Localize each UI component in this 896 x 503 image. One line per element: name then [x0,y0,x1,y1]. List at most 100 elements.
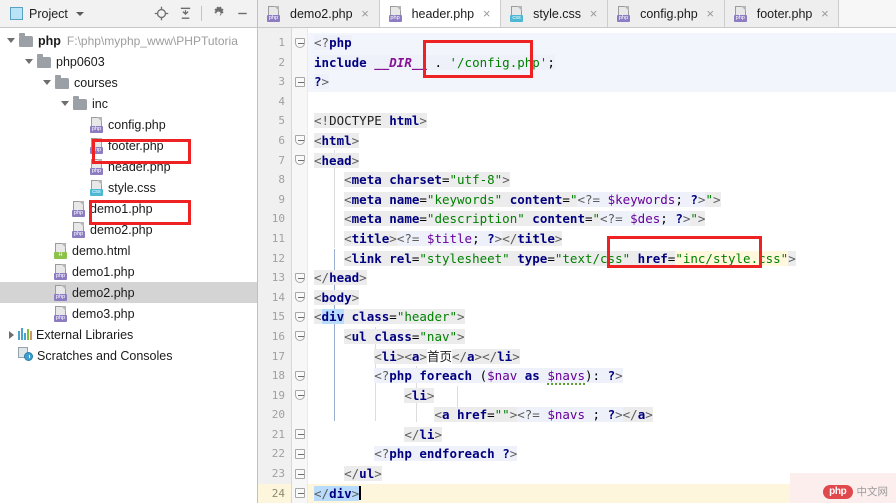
editor-tab-header-php[interactable]: php header.php × [379,0,502,27]
fold-toggle-icon[interactable] [295,370,305,381]
tree-node-external-libraries[interactable]: External Libraries [0,324,257,345]
chevron-down-icon[interactable] [58,97,72,111]
tree-node-scratches-and-consoles[interactable]: Scratches and Consoles [0,345,257,366]
gear-icon[interactable] [207,3,229,25]
tree-node-label: style.css [108,180,156,195]
code-line[interactable]: <li><a>首页</a></li> [308,347,896,367]
code-line[interactable]: <!DOCTYPE html> [308,111,896,131]
line-number: 21 [271,427,285,441]
line-number: 14 [271,290,285,304]
fold-toggle-icon[interactable] [295,488,305,499]
fold-row [292,249,307,269]
fold-toggle-icon[interactable] [295,390,305,401]
close-icon[interactable]: × [360,7,371,20]
tree-node-demo2-php[interactable]: php demo2.php [0,282,257,303]
fold-toggle-icon[interactable] [295,135,305,146]
editor-tab-config-php[interactable]: php config.php × [608,0,725,27]
project-tree[interactable]: php F:\php\myphp_www\PHPTutoria php0603 cou… [0,28,258,503]
tree-node-config-php[interactable]: php config.php [0,114,257,135]
code-line[interactable]: <html> [308,131,896,151]
fold-toggle-icon[interactable] [295,292,305,303]
tree-node-style-css[interactable]: css style.css [0,177,257,198]
chevron-down-icon[interactable] [4,34,18,48]
tree-node-demo2-php[interactable]: php demo2.php [0,219,257,240]
code-text-area[interactable]: <?php include __DIR__ . '/config.php'; ?… [308,28,896,503]
line-number: 5 [278,114,285,128]
code-line[interactable]: <a href=""><?= $navs ; ?></a> [308,405,896,425]
code-line[interactable]: <div class="header"> [308,307,896,327]
fold-row [292,444,307,464]
close-icon[interactable]: × [588,7,599,20]
tree-node-demo1-php[interactable]: php demo1.php [0,261,257,282]
code-editor[interactable]: 1 2 3 4 5 6 7 8 9 10 11 12 13 14 15 16 17 18 19 20 21 22 23 24 … [258,28,896,503]
fold-toggle-icon[interactable] [295,76,305,87]
code-folding-gutter[interactable] [292,28,308,503]
project-window-icon [10,7,23,20]
project-tool-window-button[interactable]: Project [6,6,88,22]
code-line[interactable]: include __DIR__ . '/config.php'; [308,52,896,73]
tree-node-demo3-php[interactable]: php demo3.php [0,303,257,324]
locate-target-icon[interactable] [150,3,172,25]
code-line[interactable]: <link rel="stylesheet" type="text/css" h… [308,249,896,269]
line-number: 19 [271,388,285,402]
chevron-down-icon[interactable] [75,11,84,16]
code-line[interactable]: <?php [308,33,896,53]
fold-toggle-icon[interactable] [295,311,305,322]
tree-node-php[interactable]: php F:\php\myphp_www\PHPTutoria [0,30,257,51]
fold-toggle-icon[interactable] [295,272,305,283]
watermark: php 中文网 [823,484,888,499]
code-line[interactable]: </head> [308,268,896,288]
text-caret [359,485,362,500]
fold-row [292,209,307,229]
tree-node-footer-php[interactable]: php footer.php [0,135,257,156]
tree-node-inc[interactable]: inc [0,93,257,114]
fold-toggle-icon[interactable] [295,429,305,440]
code-line[interactable]: <body> [308,288,896,308]
editor-tab-style-css[interactable]: css style.css × [501,0,609,27]
line-number: 12 [271,251,285,265]
fold-row [292,327,307,347]
code-line[interactable]: <title><?= $title; ?></title> [308,229,896,249]
code-line[interactable]: <ul class="nav"> [308,327,896,347]
code-line[interactable] [308,92,896,112]
fold-toggle-icon[interactable] [295,331,305,342]
fold-toggle-icon[interactable] [295,448,305,459]
tree-node-header-php[interactable]: php header.php [0,156,257,177]
code-line[interactable]: </li> [308,425,896,445]
chevron-right-icon[interactable] [4,328,18,342]
fold-row [292,53,307,73]
close-icon[interactable]: × [481,7,492,20]
chevron-down-icon[interactable] [22,55,36,69]
code-line[interactable]: <?php endforeach ?> [308,444,896,464]
code-line[interactable]: <meta name="description" content="<?= $d… [308,209,896,229]
fold-row [292,190,307,210]
fold-toggle-icon[interactable] [295,37,305,48]
code-line[interactable]: <head> [308,151,896,171]
close-icon[interactable]: × [705,7,716,20]
tree-node-php0603[interactable]: php0603 [0,51,257,72]
line-number: 24 [258,483,291,503]
code-line[interactable]: <?php foreach ($nav as $navs): ?> [308,366,896,386]
line-number: 22 [271,447,285,461]
tree-node-demo-html[interactable]: Hdemo.html [0,240,257,261]
chevron-down-icon[interactable] [40,76,54,90]
fold-row [292,33,307,53]
code-line[interactable]: <meta name="keywords" content="<?= $keyw… [308,190,896,210]
close-icon[interactable]: × [819,7,830,20]
editor-tab-demo2-php[interactable]: php demo2.php × [258,0,380,27]
fold-toggle-icon[interactable] [295,468,305,479]
editor-tab-footer-php[interactable]: php footer.php × [724,0,840,27]
collapse-all-icon[interactable] [174,3,196,25]
tree-node-demo1-php[interactable]: php demo1.php [0,198,257,219]
line-number: 15 [271,310,285,324]
code-line[interactable]: <li> [308,386,896,406]
code-line[interactable]: <meta charset="utf-8"> [308,170,896,190]
minimize-icon[interactable] [231,3,253,25]
fold-row [292,484,307,503]
fold-toggle-icon[interactable] [295,155,305,166]
tree-node-courses[interactable]: courses [0,72,257,93]
code-line[interactable]: ?> [308,72,896,92]
tree-node-label: demo1.php [90,201,153,216]
